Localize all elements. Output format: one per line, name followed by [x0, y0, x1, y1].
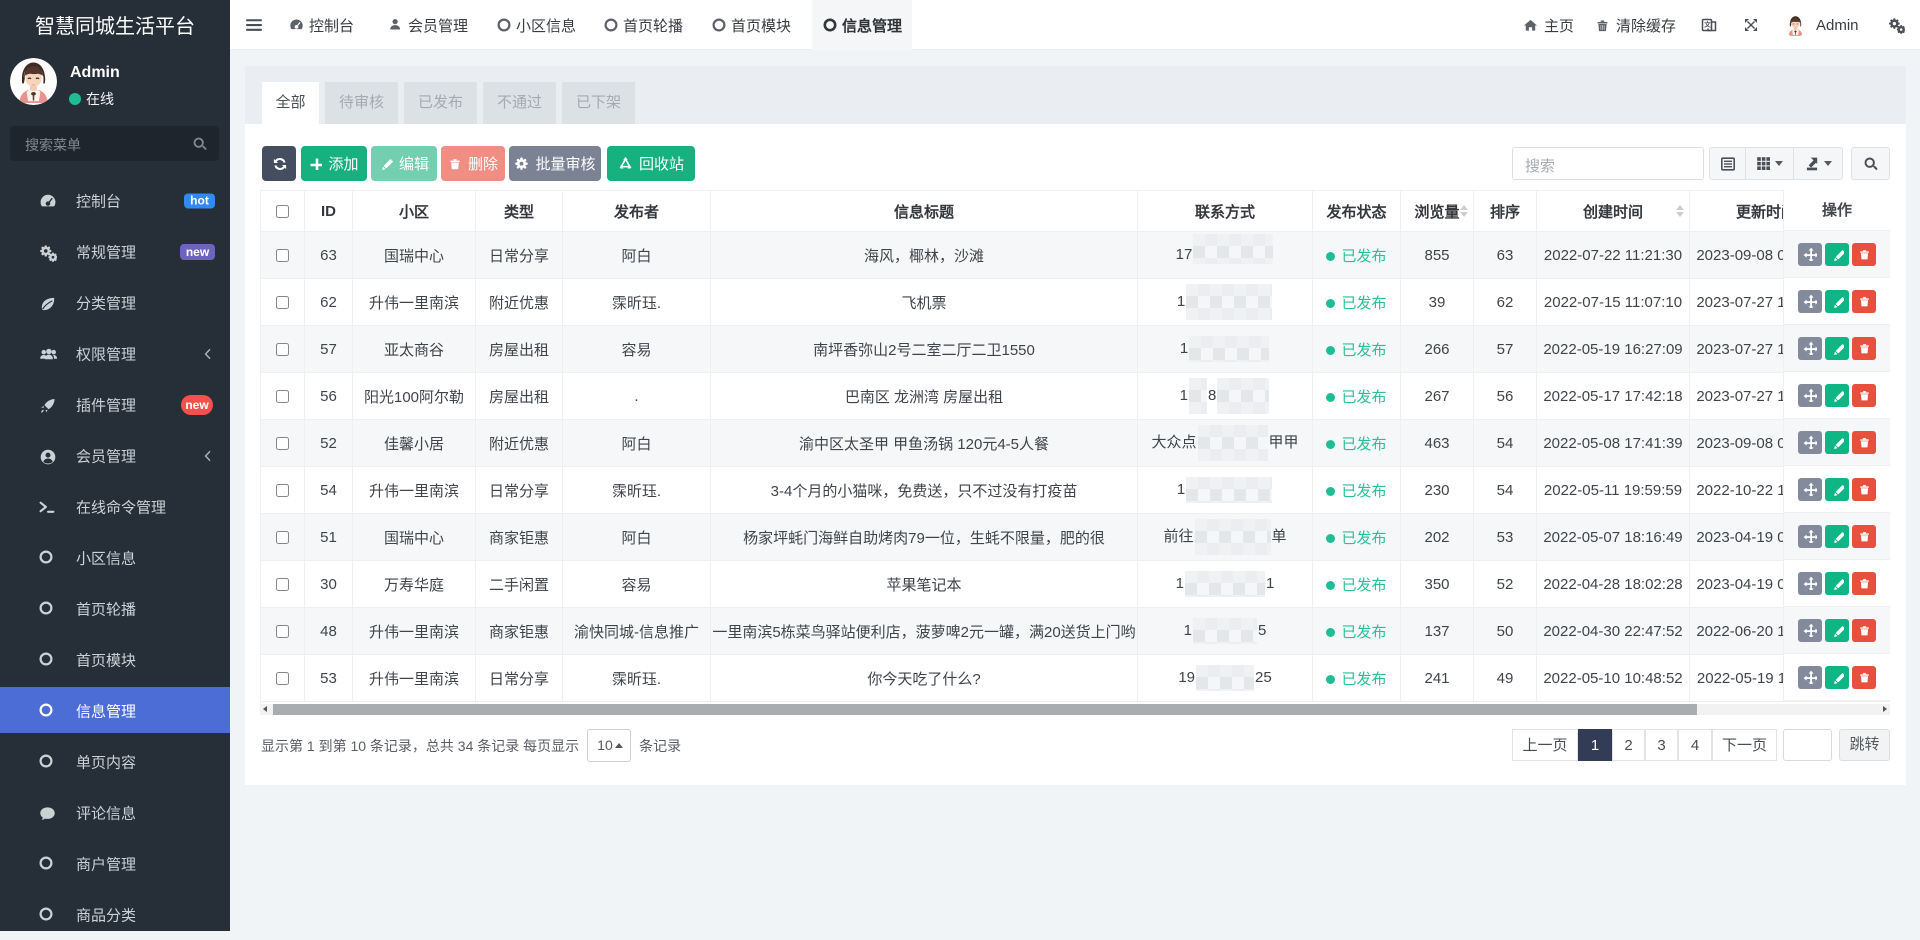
svg-text:文: 文	[1703, 20, 1711, 29]
